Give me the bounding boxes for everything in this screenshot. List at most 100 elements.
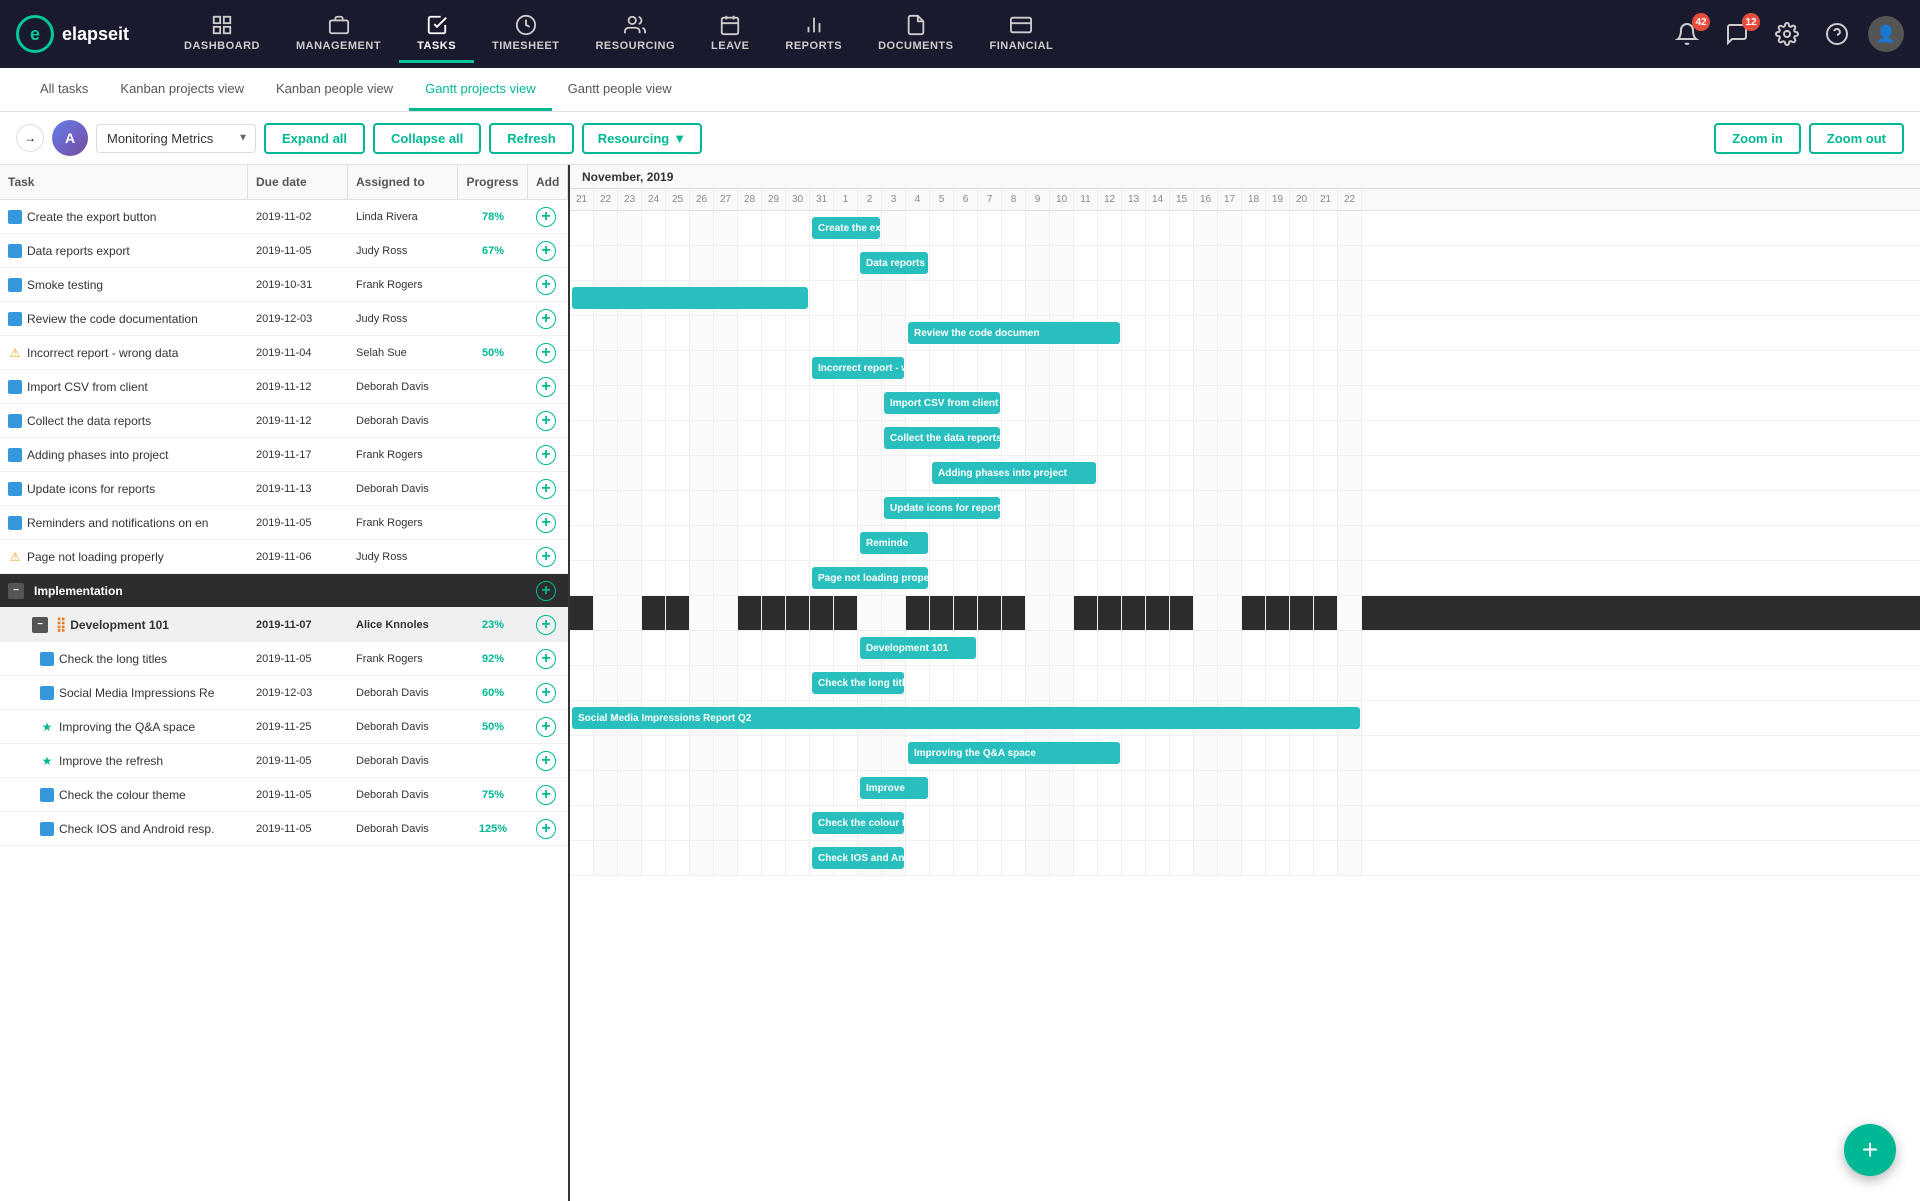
gantt-cell [954, 281, 978, 315]
gantt-cell [1314, 806, 1338, 840]
tab-all-tasks[interactable]: All tasks [24, 69, 104, 111]
nav-financial[interactable]: FINANCIAL [971, 6, 1071, 63]
zoom-out-button[interactable]: Zoom out [1809, 123, 1904, 154]
task-add[interactable]: + [528, 406, 568, 436]
gantt-bar[interactable]: Improve [860, 777, 928, 799]
messages-badge[interactable]: 12 [1718, 15, 1756, 53]
project-select-wrapper: Monitoring Metrics ▼ [96, 124, 256, 153]
tab-gantt-projects[interactable]: Gantt projects view [409, 69, 552, 111]
gantt-bar[interactable]: Adding phases into project [932, 462, 1096, 484]
nav-tasks[interactable]: TASKS [399, 6, 474, 63]
gantt-bar[interactable]: Update icons for reports [884, 497, 1000, 519]
task-add[interactable]: + [528, 474, 568, 504]
nav-resourcing[interactable]: RESOURCING [577, 6, 693, 63]
task-add[interactable]: + [528, 202, 568, 232]
day-cell: 9 [1026, 189, 1050, 210]
gantt-bar[interactable]: Import CSV from client [884, 392, 1000, 414]
table-row: Check the colour theme 2019-11-05 Debora… [0, 778, 568, 812]
gantt-bar[interactable]: Check the colour theme [812, 812, 904, 834]
gantt-bar[interactable]: Incorrect report - w [812, 357, 904, 379]
gantt-cell [618, 736, 642, 770]
gantt-cell [1122, 631, 1146, 665]
group-add[interactable]: + [528, 610, 568, 640]
gantt-cell [1098, 211, 1122, 245]
collapse-group-button[interactable]: − [32, 617, 48, 633]
task-add[interactable]: + [528, 814, 568, 844]
task-add[interactable]: + [528, 304, 568, 334]
nav-reports[interactable]: REPORTS [767, 6, 860, 63]
tab-gantt-people[interactable]: Gantt people view [552, 69, 688, 111]
zoom-in-button[interactable]: Zoom in [1714, 123, 1801, 154]
gantt-bar[interactable]: Collect the data reports [884, 427, 1000, 449]
nav-timesheet[interactable]: TIMESHEET [474, 6, 577, 63]
fab-button[interactable]: + [1844, 1124, 1896, 1176]
resourcing-dropdown[interactable]: Resourcing ▼ [582, 123, 702, 154]
gantt-cell [570, 631, 594, 665]
gantt-cell [810, 421, 834, 455]
gantt-bar[interactable]: Check IOS and Android response [812, 847, 904, 869]
gantt-cell [1074, 421, 1098, 455]
gantt-cell [1050, 561, 1074, 595]
gantt-cell [1290, 596, 1314, 630]
settings-badge[interactable] [1768, 15, 1806, 53]
gantt-cell [594, 211, 618, 245]
day-cell: 1 [834, 189, 858, 210]
alerts-badge[interactable]: 42 [1668, 15, 1706, 53]
logo[interactable]: e elapseit [16, 15, 146, 53]
collapse-all-button[interactable]: Collapse all [373, 123, 481, 154]
gantt-cell [810, 246, 834, 280]
gantt-bar[interactable]: Check the long titles [812, 672, 904, 694]
user-avatar[interactable]: 👤 [1868, 16, 1904, 52]
gantt-cell [1290, 666, 1314, 700]
nav-documents[interactable]: DOCUMENTS [860, 6, 971, 63]
task-add[interactable]: + [528, 542, 568, 572]
gantt-cell [666, 596, 690, 630]
section-add[interactable]: + [528, 576, 568, 606]
gantt-body-row: Data reports e [570, 246, 1920, 281]
gantt-bar[interactable]: Improving the Q&A space [908, 742, 1120, 764]
task-add[interactable]: + [528, 746, 568, 776]
task-add[interactable]: + [528, 372, 568, 402]
arrow-left-button[interactable]: → [16, 124, 44, 152]
expand-all-button[interactable]: Expand all [264, 123, 365, 154]
gantt-cell [1314, 596, 1338, 630]
collapse-button[interactable]: − [8, 583, 24, 599]
help-badge[interactable] [1818, 15, 1856, 53]
gantt-bar[interactable]: Create the export [812, 217, 880, 239]
gantt-bar[interactable]: Reminde [860, 532, 928, 554]
task-label: Create the export button [27, 210, 156, 224]
gantt-body-row: Import CSV from client [570, 386, 1920, 421]
gantt-cell [1002, 806, 1026, 840]
gantt-bar[interactable]: Data reports e [860, 252, 928, 274]
task-add[interactable]: + [528, 508, 568, 538]
gantt-cell [1002, 666, 1026, 700]
gantt-cell [1218, 211, 1242, 245]
gantt-bar[interactable]: Review the code documen [908, 322, 1120, 344]
refresh-button[interactable]: Refresh [489, 123, 573, 154]
gantt-cell [1098, 631, 1122, 665]
task-add[interactable]: + [528, 780, 568, 810]
gantt-cell [1314, 386, 1338, 420]
gantt-bar[interactable]: Page not loading properly [812, 567, 928, 589]
gantt-cell [810, 281, 834, 315]
gantt-cell [738, 526, 762, 560]
tab-kanban-projects[interactable]: Kanban projects view [104, 69, 260, 111]
tab-kanban-people[interactable]: Kanban people view [260, 69, 409, 111]
task-add[interactable]: + [528, 236, 568, 266]
nav-leave[interactable]: LEAVE [693, 6, 767, 63]
gantt-cell [930, 211, 954, 245]
nav-management[interactable]: MANAGEMENT [278, 6, 399, 63]
task-add[interactable]: + [528, 644, 568, 674]
nav-dashboard[interactable]: DASHBOARD [166, 6, 278, 63]
task-add[interactable]: + [528, 270, 568, 300]
task-add[interactable]: + [528, 678, 568, 708]
gantt-bar[interactable] [572, 287, 808, 309]
gantt-bar[interactable]: Development 101 [860, 637, 976, 659]
task-add[interactable]: + [528, 338, 568, 368]
task-add[interactable]: + [528, 440, 568, 470]
day-cell: 27 [714, 189, 738, 210]
gantt-cell [1314, 456, 1338, 490]
project-select[interactable]: Monitoring Metrics [96, 124, 256, 153]
task-add[interactable]: + [528, 712, 568, 742]
gantt-bar[interactable]: Social Media Impressions Report Q2 [572, 707, 1360, 729]
